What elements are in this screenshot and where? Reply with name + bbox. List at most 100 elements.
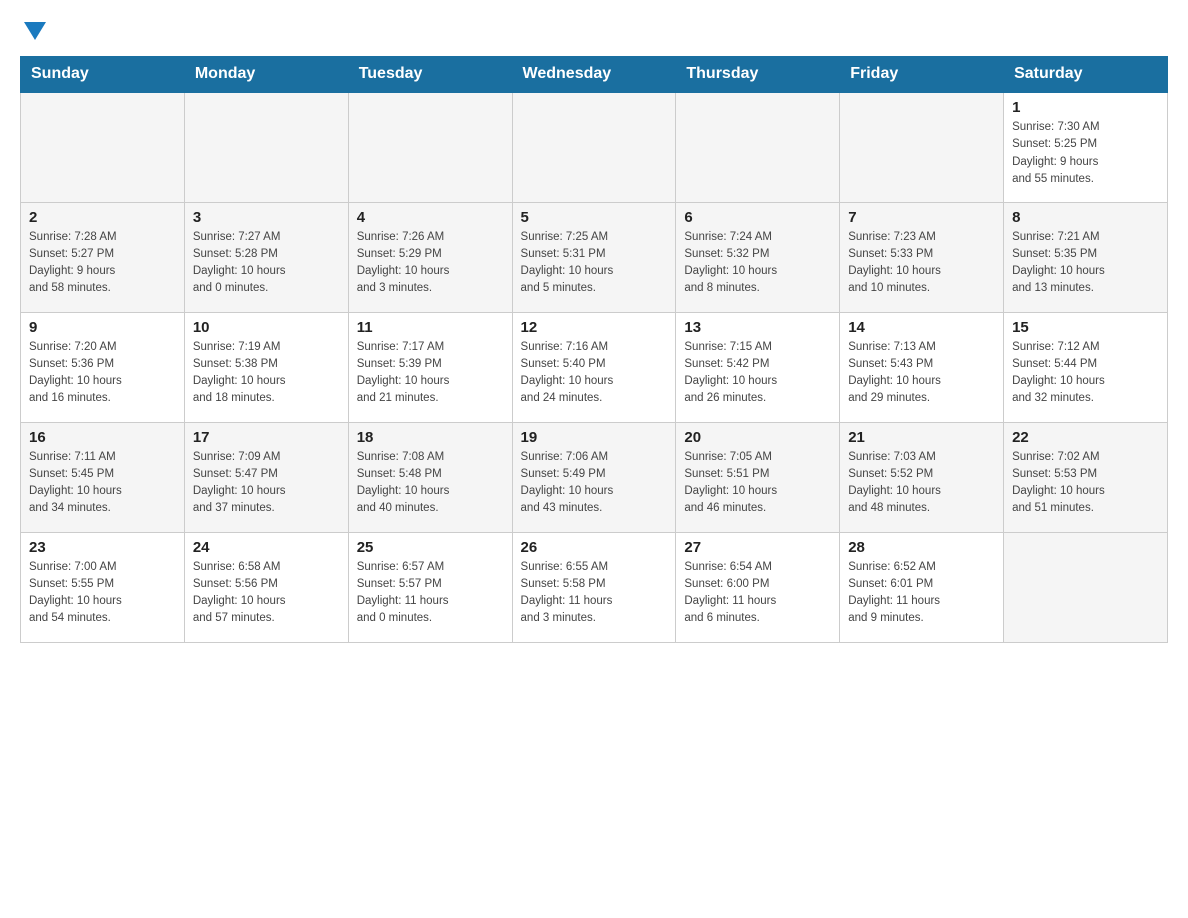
day-number: 4 <box>357 209 504 226</box>
calendar-header-monday: Monday <box>184 57 348 93</box>
day-number: 27 <box>684 539 831 556</box>
calendar-day-cell: 22 Sunrise: 7:02 AMSunset: 5:53 PMDayligh… <box>1004 422 1168 532</box>
calendar-day-cell: 11 Sunrise: 7:17 AMSunset: 5:39 PMDayligh… <box>348 312 512 422</box>
calendar-header-sunday: Sunday <box>21 57 185 93</box>
page-header <box>20 20 1168 40</box>
day-number: 21 <box>848 429 995 446</box>
calendar-day-cell: 3 Sunrise: 7:27 AMSunset: 5:28 PMDaylight… <box>184 202 348 312</box>
calendar-day-cell: 14 Sunrise: 7:13 AMSunset: 5:43 PMDayligh… <box>840 312 1004 422</box>
day-info: Sunrise: 7:05 AMSunset: 5:51 PMDaylight:… <box>684 449 831 518</box>
day-info: Sunrise: 6:57 AMSunset: 5:57 PMDaylight:… <box>357 559 504 628</box>
day-info: Sunrise: 7:08 AMSunset: 5:48 PMDaylight:… <box>357 449 504 518</box>
day-info: Sunrise: 7:06 AMSunset: 5:49 PMDaylight:… <box>521 449 668 518</box>
calendar-day-cell: 2 Sunrise: 7:28 AMSunset: 5:27 PMDaylight… <box>21 202 185 312</box>
day-info: Sunrise: 7:26 AMSunset: 5:29 PMDaylight:… <box>357 229 504 298</box>
day-number: 1 <box>1012 99 1159 116</box>
day-number: 10 <box>193 319 340 336</box>
day-number: 11 <box>357 319 504 336</box>
day-number: 20 <box>684 429 831 446</box>
day-info: Sunrise: 7:19 AMSunset: 5:38 PMDaylight:… <box>193 339 340 408</box>
day-number: 5 <box>521 209 668 226</box>
day-number: 12 <box>521 319 668 336</box>
calendar-day-cell: 28 Sunrise: 6:52 AMSunset: 6:01 PMDayligh… <box>840 532 1004 642</box>
calendar-header-saturday: Saturday <box>1004 57 1168 93</box>
day-info: Sunrise: 7:02 AMSunset: 5:53 PMDaylight:… <box>1012 449 1159 518</box>
day-number: 2 <box>29 209 176 226</box>
day-info: Sunrise: 7:21 AMSunset: 5:35 PMDaylight:… <box>1012 229 1159 298</box>
day-number: 3 <box>193 209 340 226</box>
day-info: Sunrise: 6:54 AMSunset: 6:00 PMDaylight:… <box>684 559 831 628</box>
calendar-week-row: 16 Sunrise: 7:11 AMSunset: 5:45 PMDayligh… <box>21 422 1168 532</box>
logo <box>20 20 46 40</box>
calendar-table: SundayMondayTuesdayWednesdayThursdayFrid… <box>20 56 1168 643</box>
day-info: Sunrise: 7:20 AMSunset: 5:36 PMDaylight:… <box>29 339 176 408</box>
day-number: 22 <box>1012 429 1159 446</box>
day-info: Sunrise: 7:25 AMSunset: 5:31 PMDaylight:… <box>521 229 668 298</box>
day-info: Sunrise: 7:16 AMSunset: 5:40 PMDaylight:… <box>521 339 668 408</box>
day-number: 8 <box>1012 209 1159 226</box>
calendar-day-cell: 6 Sunrise: 7:24 AMSunset: 5:32 PMDaylight… <box>676 202 840 312</box>
calendar-day-cell: 16 Sunrise: 7:11 AMSunset: 5:45 PMDayligh… <box>21 422 185 532</box>
day-info: Sunrise: 7:12 AMSunset: 5:44 PMDaylight:… <box>1012 339 1159 408</box>
calendar-header-wednesday: Wednesday <box>512 57 676 93</box>
day-info: Sunrise: 6:55 AMSunset: 5:58 PMDaylight:… <box>521 559 668 628</box>
day-info: Sunrise: 7:24 AMSunset: 5:32 PMDaylight:… <box>684 229 831 298</box>
calendar-day-cell: 20 Sunrise: 7:05 AMSunset: 5:51 PMDayligh… <box>676 422 840 532</box>
calendar-week-row: 1 Sunrise: 7:30 AMSunset: 5:25 PMDaylight… <box>21 92 1168 202</box>
day-number: 15 <box>1012 319 1159 336</box>
day-number: 6 <box>684 209 831 226</box>
calendar-week-row: 9 Sunrise: 7:20 AMSunset: 5:36 PMDaylight… <box>21 312 1168 422</box>
calendar-day-cell: 7Sunrise: 7:23 AMSunset: 5:33 PMDaylight… <box>840 202 1004 312</box>
calendar-day-cell <box>21 92 185 202</box>
day-info: Sunrise: 6:58 AMSunset: 5:56 PMDaylight:… <box>193 559 340 628</box>
day-number: 14 <box>848 319 995 336</box>
calendar-day-cell: 17 Sunrise: 7:09 AMSunset: 5:47 PMDayligh… <box>184 422 348 532</box>
calendar-day-cell: 26 Sunrise: 6:55 AMSunset: 5:58 PMDayligh… <box>512 532 676 642</box>
calendar-day-cell: 10 Sunrise: 7:19 AMSunset: 5:38 PMDayligh… <box>184 312 348 422</box>
calendar-day-cell: 1 Sunrise: 7:30 AMSunset: 5:25 PMDaylight… <box>1004 92 1168 202</box>
day-number: 16 <box>29 429 176 446</box>
calendar-day-cell: 4 Sunrise: 7:26 AMSunset: 5:29 PMDaylight… <box>348 202 512 312</box>
day-info: Sunrise: 7:28 AMSunset: 5:27 PMDaylight:… <box>29 229 176 298</box>
calendar-day-cell <box>840 92 1004 202</box>
day-info: Sunrise: 7:11 AMSunset: 5:45 PMDaylight:… <box>29 449 176 518</box>
calendar-week-row: 23Sunrise: 7:00 AMSunset: 5:55 PMDayligh… <box>21 532 1168 642</box>
calendar-day-cell <box>1004 532 1168 642</box>
day-info: Sunrise: 7:09 AMSunset: 5:47 PMDaylight:… <box>193 449 340 518</box>
calendar-day-cell: 18 Sunrise: 7:08 AMSunset: 5:48 PMDayligh… <box>348 422 512 532</box>
calendar-week-row: 2 Sunrise: 7:28 AMSunset: 5:27 PMDaylight… <box>21 202 1168 312</box>
calendar-day-cell <box>348 92 512 202</box>
day-number: 26 <box>521 539 668 556</box>
calendar-day-cell: 9 Sunrise: 7:20 AMSunset: 5:36 PMDaylight… <box>21 312 185 422</box>
day-number: 23 <box>29 539 176 556</box>
day-number: 24 <box>193 539 340 556</box>
calendar-header-friday: Friday <box>840 57 1004 93</box>
calendar-day-cell: 12 Sunrise: 7:16 AMSunset: 5:40 PMDayligh… <box>512 312 676 422</box>
day-number: 19 <box>521 429 668 446</box>
day-info: Sunrise: 7:17 AMSunset: 5:39 PMDaylight:… <box>357 339 504 408</box>
calendar-day-cell: 15 Sunrise: 7:12 AMSunset: 5:44 PMDayligh… <box>1004 312 1168 422</box>
day-info: Sunrise: 7:30 AMSunset: 5:25 PMDaylight:… <box>1012 119 1159 188</box>
calendar-header-thursday: Thursday <box>676 57 840 93</box>
calendar-day-cell: 21 Sunrise: 7:03 AMSunset: 5:52 PMDayligh… <box>840 422 1004 532</box>
day-info: Sunrise: 7:15 AMSunset: 5:42 PMDaylight:… <box>684 339 831 408</box>
day-number: 13 <box>684 319 831 336</box>
day-number: 17 <box>193 429 340 446</box>
calendar-day-cell: 5 Sunrise: 7:25 AMSunset: 5:31 PMDaylight… <box>512 202 676 312</box>
day-info: Sunrise: 7:03 AMSunset: 5:52 PMDaylight:… <box>848 449 995 518</box>
calendar-header-tuesday: Tuesday <box>348 57 512 93</box>
day-info: Sunrise: 6:52 AMSunset: 6:01 PMDaylight:… <box>848 559 995 628</box>
day-number: 9 <box>29 319 176 336</box>
calendar-header-row: SundayMondayTuesdayWednesdayThursdayFrid… <box>21 57 1168 93</box>
day-info: Sunrise: 7:13 AMSunset: 5:43 PMDaylight:… <box>848 339 995 408</box>
calendar-day-cell: 8 Sunrise: 7:21 AMSunset: 5:35 PMDaylight… <box>1004 202 1168 312</box>
calendar-day-cell: 25 Sunrise: 6:57 AMSunset: 5:57 PMDayligh… <box>348 532 512 642</box>
day-info: Sunrise: 7:27 AMSunset: 5:28 PMDaylight:… <box>193 229 340 298</box>
calendar-day-cell: 27 Sunrise: 6:54 AMSunset: 6:00 PMDayligh… <box>676 532 840 642</box>
calendar-day-cell: 23Sunrise: 7:00 AMSunset: 5:55 PMDayligh… <box>21 532 185 642</box>
day-number: 28 <box>848 539 995 556</box>
calendar-day-cell <box>512 92 676 202</box>
day-number: 25 <box>357 539 504 556</box>
day-number: 7 <box>848 209 995 226</box>
day-number: 18 <box>357 429 504 446</box>
